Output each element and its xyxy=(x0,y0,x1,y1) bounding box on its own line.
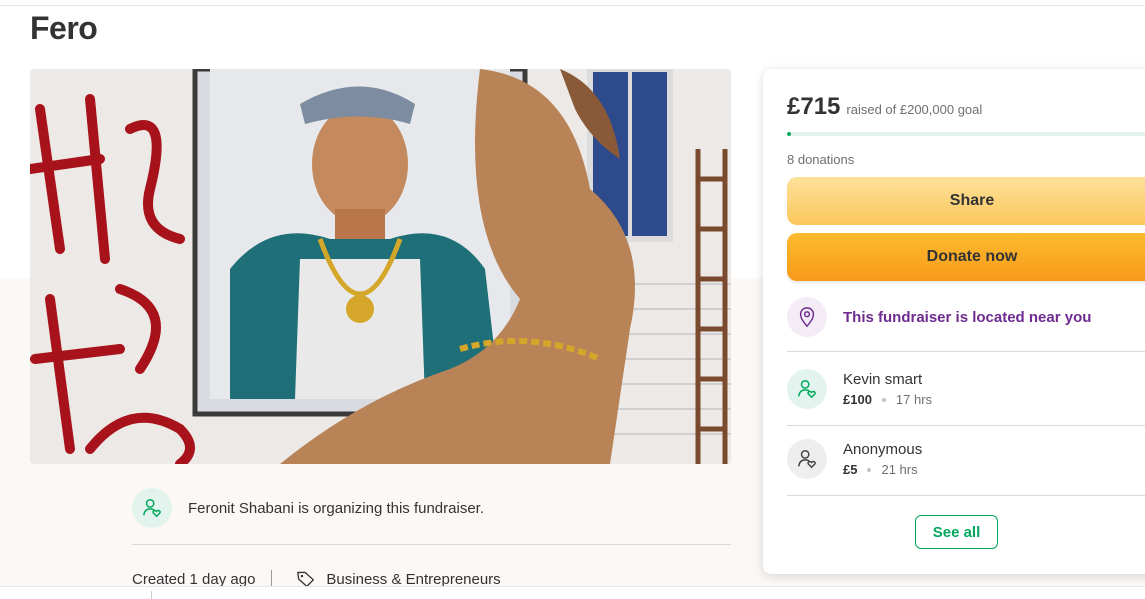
hero-illustration xyxy=(30,69,731,464)
map-pin-icon xyxy=(799,307,815,328)
donor-avatar xyxy=(787,439,827,479)
donor-avatar xyxy=(787,369,827,409)
donor-item: Anonymous £5 21 hrs xyxy=(787,437,1145,481)
organizer-text: Feronit Shabani is organizing this fundr… xyxy=(188,499,485,517)
progress-bar xyxy=(787,132,1145,136)
donor-amount: £100 xyxy=(843,392,872,407)
donor-amount: £5 xyxy=(843,462,858,477)
heart-hand-icon xyxy=(798,380,816,399)
amount-raised: £715 xyxy=(787,93,841,120)
bottom-bar xyxy=(0,586,1145,599)
page-title: Fero xyxy=(30,10,98,46)
donor-time: 21 hrs xyxy=(881,462,918,477)
location-icon-circle xyxy=(787,297,827,337)
goal-text: raised of £200,000 goal xyxy=(846,102,983,117)
donor-details: £100 17 hrs xyxy=(843,392,932,407)
organizer-avatar xyxy=(132,488,172,528)
organizer-divider xyxy=(132,544,731,545)
donate-now-button[interactable]: Donate now xyxy=(787,233,1145,281)
fundraiser-hero-image xyxy=(30,69,731,464)
donor-details: £5 21 hrs xyxy=(843,462,922,477)
card-divider xyxy=(787,495,1145,496)
category-link[interactable]: Business & Entrepreneurs xyxy=(326,571,500,588)
donor-name: Anonymous xyxy=(843,441,923,458)
organizer-row: Feronit Shabani is organizing this fundr… xyxy=(132,488,731,528)
see-all-button[interactable]: See all xyxy=(915,515,998,549)
progress-fill xyxy=(787,132,792,136)
created-date: Created 1 day ago xyxy=(132,570,256,588)
card-divider xyxy=(787,425,1145,426)
dot-separator xyxy=(867,467,872,472)
heart-hand-icon xyxy=(798,450,816,469)
donor-item: Kevin smart £100 17 hrs xyxy=(787,367,1145,411)
amount-line: £715 raised of £200,000 goal xyxy=(787,93,982,121)
heart-hand-icon xyxy=(143,499,161,518)
donor-name: Kevin smart xyxy=(843,371,923,388)
donations-count: 8 donations xyxy=(787,152,855,167)
card-divider xyxy=(787,351,1145,352)
top-divider xyxy=(0,5,1145,6)
location-text: This fundraiser is located near you xyxy=(843,308,1092,326)
location-notice: This fundraiser is located near you xyxy=(787,297,1145,337)
donor-time: 17 hrs xyxy=(895,392,933,407)
donation-card: £715 raised of £200,000 goal 8 donations… xyxy=(763,69,1145,574)
dot-separator xyxy=(881,397,886,402)
share-button[interactable]: Share xyxy=(787,177,1145,225)
